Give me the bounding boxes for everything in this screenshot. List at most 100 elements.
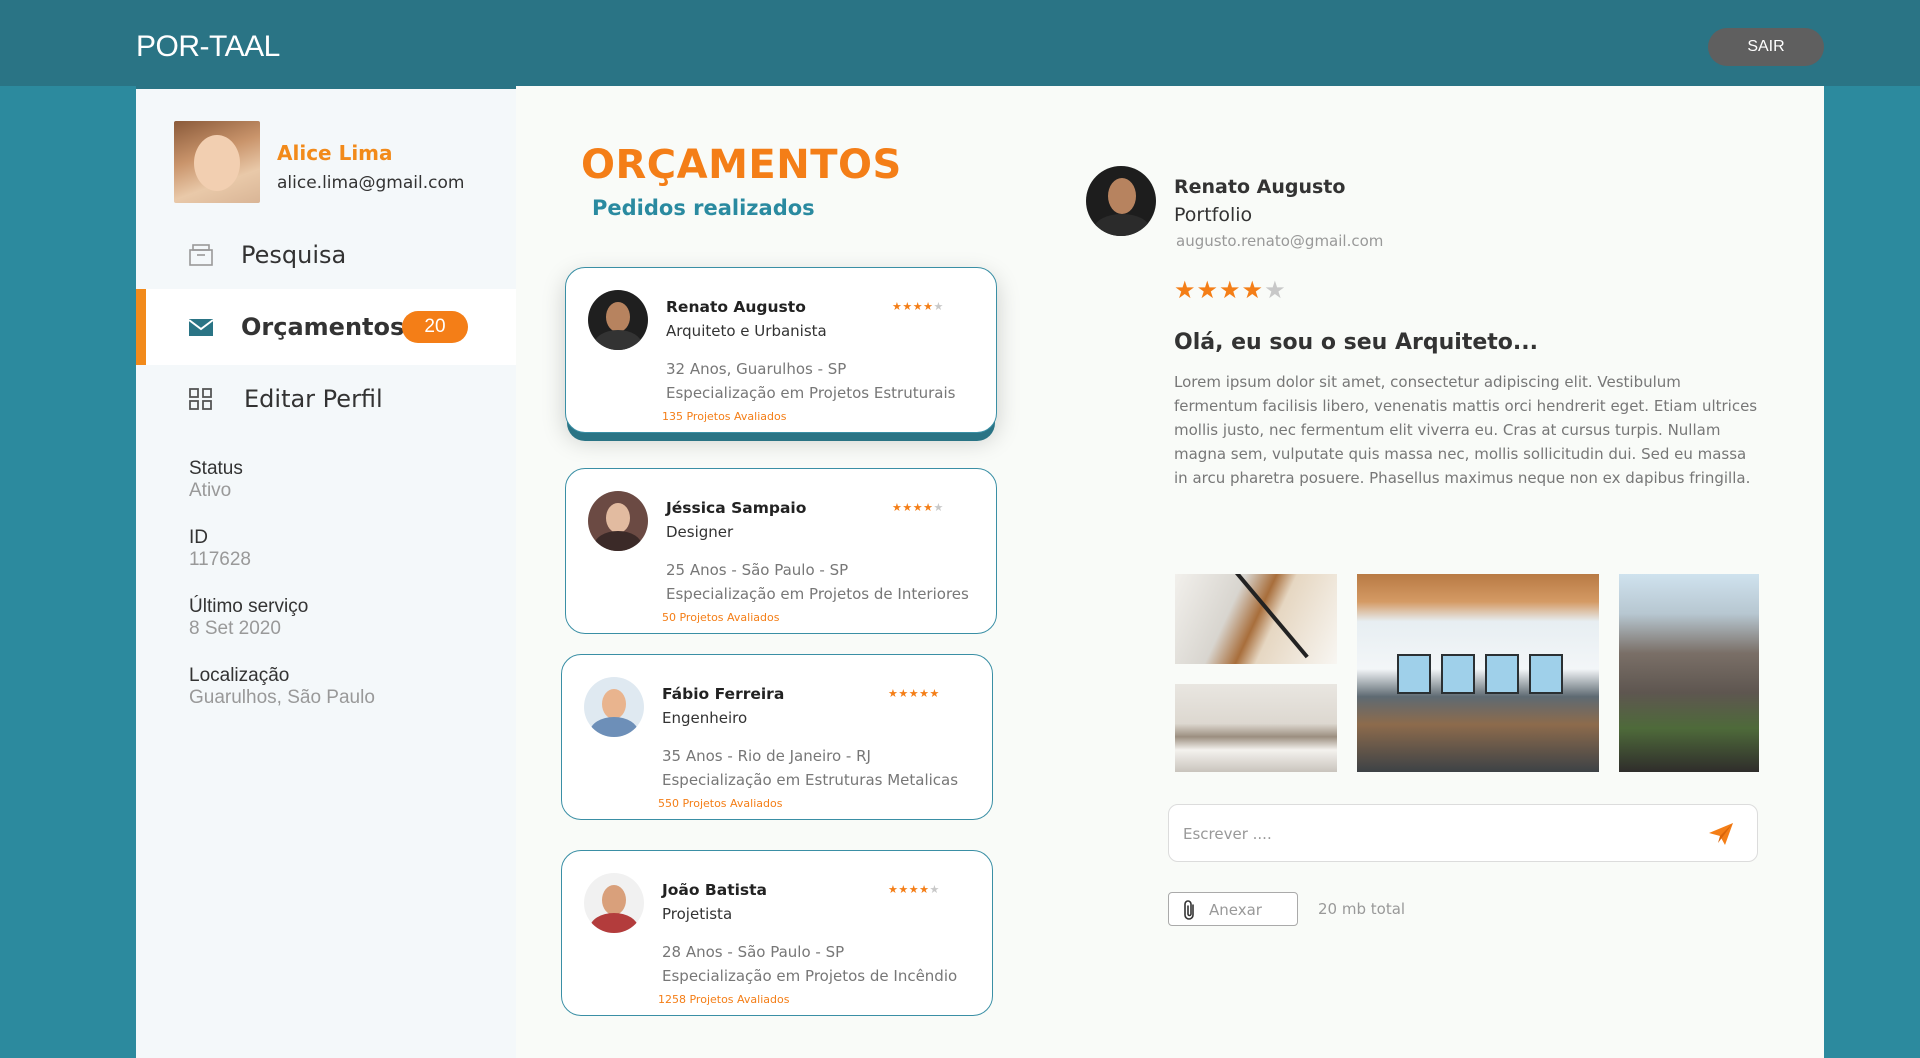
avatar	[584, 677, 644, 737]
id-label: ID	[189, 527, 208, 548]
message-input[interactable]	[1183, 819, 1683, 849]
professional-card[interactable]: Fábio Ferreira Engenheiro ★★★★★ 35 Anos …	[561, 654, 993, 820]
sidebar-item-label: Pesquisa	[241, 241, 347, 269]
professional-name: Fábio Ferreira	[662, 685, 785, 703]
avatar	[588, 491, 648, 551]
sidebar-item-edit-profile[interactable]: Editar Perfil	[136, 361, 516, 437]
user-name: Alice Lima	[277, 141, 393, 165]
star-filled-icon: ★	[919, 688, 930, 700]
portfolio-photo-stairs[interactable]	[1175, 574, 1337, 664]
star-filled-icon: ★	[923, 502, 934, 514]
id-value: 117628	[189, 549, 251, 570]
star-filled-icon: ★	[929, 688, 940, 700]
user-avatar	[174, 121, 260, 203]
star-filled-icon: ★	[902, 301, 913, 313]
sidebar: Alice Lima alice.lima@gmail.com Pesquisa…	[136, 86, 516, 1058]
star-filled-icon: ★	[1219, 277, 1242, 304]
last-service-value: 8 Set 2020	[189, 618, 281, 639]
detail-avatar	[1086, 166, 1156, 236]
attach-button[interactable]: Anexar	[1168, 892, 1298, 926]
star-empty-icon: ★	[929, 884, 940, 896]
professional-age-location: 35 Anos - Rio de Janeiro - RJ	[662, 747, 871, 765]
sidebar-item-label: Editar Perfil	[244, 385, 383, 413]
professional-role: Projetista	[662, 905, 733, 923]
star-filled-icon: ★	[1174, 277, 1197, 304]
portfolio-photo-building[interactable]	[1619, 574, 1759, 772]
professional-specialization: Especialização em Projetos de Interiores	[666, 585, 969, 603]
star-empty-icon: ★	[1264, 277, 1287, 304]
box-icon	[189, 244, 213, 266]
professional-age-location: 25 Anos - São Paulo - SP	[666, 561, 849, 579]
professional-card[interactable]: Jéssica Sampaio Designer ★★★★★ 25 Anos -…	[565, 468, 997, 634]
sidebar-item-quotes[interactable]: Orçamentos 20	[136, 289, 516, 365]
rating-stars: ★★★★★	[892, 300, 944, 313]
professional-role: Arquiteto e Urbanista	[666, 322, 827, 340]
location-value: Guarulhos, São Paulo	[189, 687, 375, 708]
top-bar: POR-TAAL SAIR	[0, 0, 1920, 86]
star-filled-icon: ★	[888, 884, 899, 896]
rated-projects-count: 50 Projetos Avaliados	[662, 611, 780, 624]
star-filled-icon: ★	[902, 502, 913, 514]
rating-stars: ★★★★★	[888, 883, 940, 896]
portfolio-link[interactable]: Portfolio	[1174, 204, 1252, 226]
detail-rating-stars: ★★★★★	[1174, 276, 1287, 305]
star-filled-icon: ★	[919, 884, 930, 896]
avatar	[584, 873, 644, 933]
star-empty-icon: ★	[933, 502, 944, 514]
envelope-icon	[188, 319, 214, 336]
star-filled-icon: ★	[1241, 277, 1265, 304]
portfolio-photo-kitchen[interactable]	[1175, 684, 1337, 772]
star-filled-icon: ★	[888, 688, 899, 700]
star-filled-icon: ★	[898, 688, 909, 700]
professional-name: Jéssica Sampaio	[666, 499, 807, 517]
status-value: Ativo	[189, 480, 232, 501]
detail-description: Lorem ipsum dolor sit amet, consectetur …	[1174, 373, 1758, 487]
rated-projects-count: 1258 Projetos Avaliados	[658, 993, 790, 1006]
rated-projects-count: 135 Projetos Avaliados	[662, 410, 787, 423]
attachment-size-total: 20 mb total	[1318, 900, 1406, 918]
star-filled-icon: ★	[892, 301, 903, 313]
attach-label: Anexar	[1209, 901, 1262, 919]
page-title: ORÇAMENTOS	[581, 142, 902, 188]
status-label: Status	[189, 458, 243, 479]
last-service-label: Último serviço	[189, 596, 309, 617]
avatar	[588, 290, 648, 350]
app-logo[interactable]: POR-TAAL	[136, 30, 280, 64]
detail-name: Renato Augusto	[1174, 176, 1346, 198]
star-filled-icon: ★	[898, 884, 909, 896]
location-label: Localização	[189, 665, 290, 686]
professional-role: Designer	[666, 523, 734, 541]
star-filled-icon: ★	[1196, 277, 1220, 304]
message-box	[1168, 804, 1758, 862]
star-filled-icon: ★	[908, 884, 920, 896]
grid-icon	[189, 388, 212, 410]
professional-card[interactable]: João Batista Projetista ★★★★★ 28 Anos - …	[561, 850, 993, 1016]
logout-button[interactable]: SAIR	[1708, 28, 1824, 66]
professional-name: Renato Augusto	[666, 298, 806, 316]
paper-plane-icon[interactable]	[1707, 821, 1735, 847]
star-filled-icon: ★	[912, 502, 924, 514]
paperclip-icon	[1184, 900, 1194, 920]
rating-stars: ★★★★★	[892, 501, 944, 514]
detail-email: augusto.renato@gmail.com	[1176, 232, 1384, 250]
quotes-count-badge: 20	[402, 311, 468, 343]
professional-name: João Batista	[662, 881, 768, 899]
professional-role: Engenheiro	[662, 709, 748, 727]
main-content: ORÇAMENTOS Pedidos realizados Renato Aug…	[516, 86, 1824, 1058]
professional-age-location: 32 Anos, Guarulhos - SP	[666, 360, 847, 378]
professional-card[interactable]: Renato Augusto Arquiteto e Urbanista ★★★…	[565, 267, 997, 433]
star-filled-icon: ★	[912, 301, 924, 313]
sidebar-item-search[interactable]: Pesquisa	[136, 217, 516, 293]
star-filled-icon: ★	[892, 502, 903, 514]
page-subtitle: Pedidos realizados	[592, 196, 815, 220]
sidebar-item-label: Orçamentos	[241, 313, 405, 341]
rating-stars: ★★★★★	[888, 687, 940, 700]
star-filled-icon: ★	[908, 688, 920, 700]
professional-age-location: 28 Anos - São Paulo - SP	[662, 943, 845, 961]
portfolio-photo-office[interactable]	[1357, 574, 1599, 772]
star-filled-icon: ★	[923, 301, 934, 313]
rated-projects-count: 550 Projetos Avaliados	[658, 797, 783, 810]
professional-specialization: Especialização em Projetos de Incêndio	[662, 967, 958, 985]
professional-specialization: Especialização em Projetos Estruturais	[666, 384, 956, 402]
professional-specialization: Especialização em Estruturas Metalicas	[662, 771, 959, 789]
